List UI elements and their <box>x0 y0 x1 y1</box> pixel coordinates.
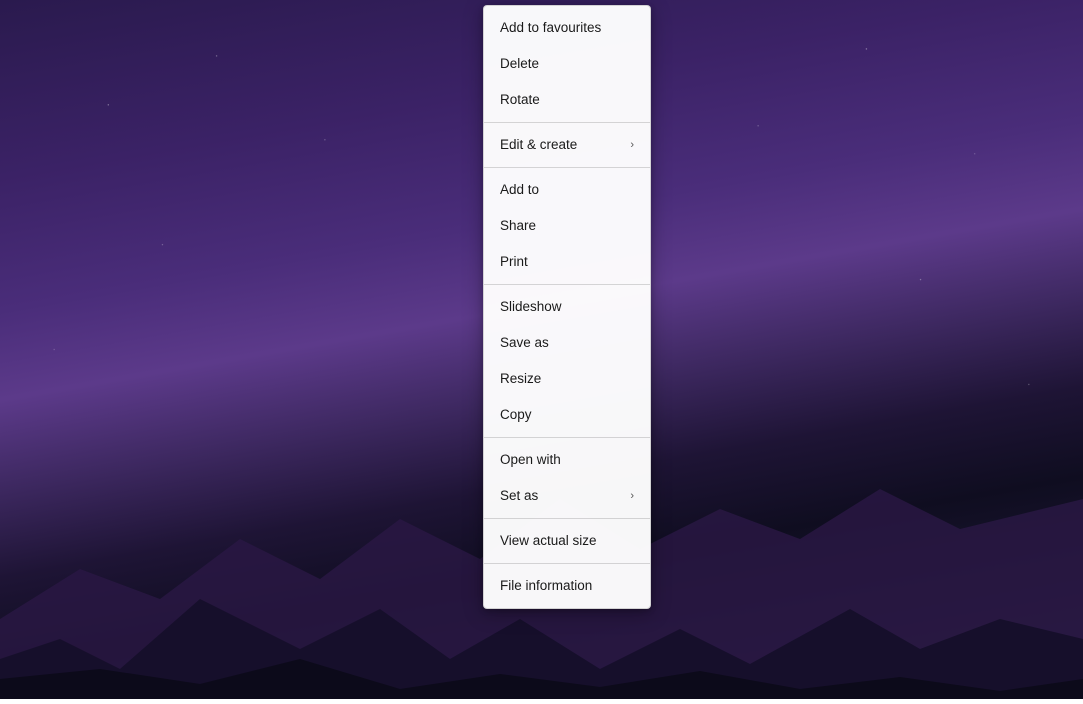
context-menu: Add to favourites Delete Rotate Edit & crea… <box>483 5 651 609</box>
menu-item-share[interactable]: Share <box>484 208 650 244</box>
menu-item-set-as[interactable]: Set as › <box>484 478 650 514</box>
menu-item-add-to-favourites[interactable]: Add to favourites <box>484 10 650 46</box>
menu-item-label-share: Share <box>500 217 536 235</box>
menu-item-add-to[interactable]: Add to <box>484 172 650 208</box>
divider-after-copy <box>484 437 650 438</box>
menu-item-label-set-as: Set as <box>500 487 538 505</box>
menu-item-open-with[interactable]: Open with <box>484 442 650 478</box>
menu-item-file-information[interactable]: File information <box>484 568 650 604</box>
divider-after-set-as <box>484 518 650 519</box>
menu-item-delete[interactable]: Delete <box>484 46 650 82</box>
menu-item-label-add-to: Add to <box>500 181 539 199</box>
menu-item-label-copy: Copy <box>500 406 532 424</box>
menu-item-label-delete: Delete <box>500 55 539 73</box>
divider-after-rotate <box>484 122 650 123</box>
menu-item-label-edit-create: Edit & create <box>500 136 577 154</box>
menu-item-label-slideshow: Slideshow <box>500 298 562 316</box>
menu-item-label-view-actual-size: View actual size <box>500 532 597 550</box>
menu-item-resize[interactable]: Resize <box>484 361 650 397</box>
menu-item-rotate[interactable]: Rotate <box>484 82 650 118</box>
menu-item-label-file-information: File information <box>500 577 592 595</box>
menu-item-copy[interactable]: Copy <box>484 397 650 433</box>
submenu-chevron-set-as: › <box>630 489 634 503</box>
menu-item-label-add-to-favourites: Add to favourites <box>500 19 601 37</box>
submenu-chevron-edit-create: › <box>630 138 634 152</box>
divider-after-print <box>484 284 650 285</box>
menu-item-label-open-with: Open with <box>500 451 561 469</box>
divider-after-view-actual-size <box>484 563 650 564</box>
menu-item-print[interactable]: Print <box>484 244 650 280</box>
menu-item-label-rotate: Rotate <box>500 91 540 109</box>
menu-item-view-actual-size[interactable]: View actual size <box>484 523 650 559</box>
divider-after-edit-create <box>484 167 650 168</box>
menu-item-slideshow[interactable]: Slideshow <box>484 289 650 325</box>
menu-item-label-print: Print <box>500 253 528 271</box>
menu-item-save-as[interactable]: Save as <box>484 325 650 361</box>
menu-item-label-save-as: Save as <box>500 334 549 352</box>
menu-item-label-resize: Resize <box>500 370 541 388</box>
menu-item-edit-create[interactable]: Edit & create › <box>484 127 650 163</box>
